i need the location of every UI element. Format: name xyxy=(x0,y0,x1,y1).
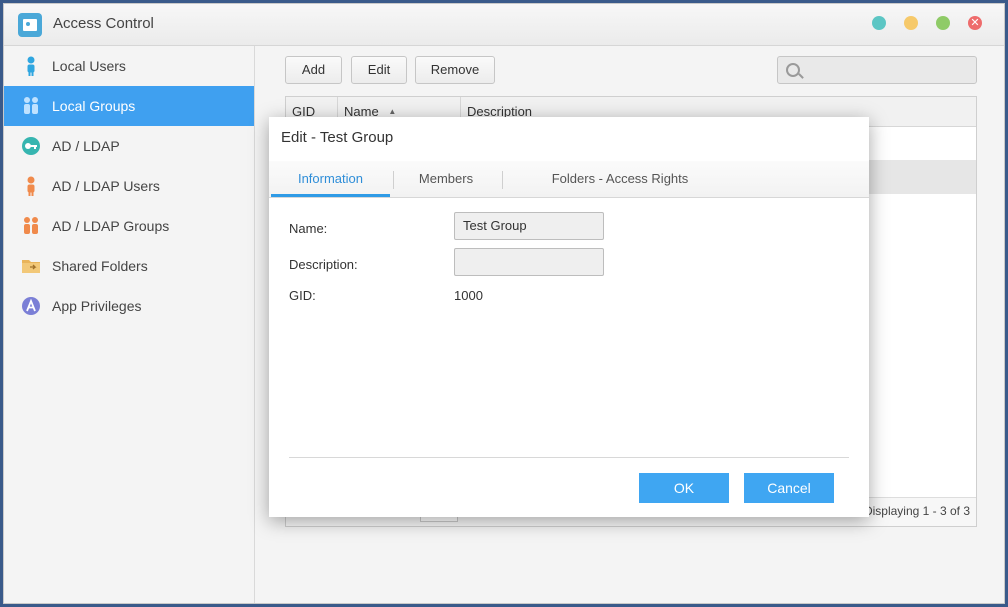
app-icon xyxy=(20,295,42,317)
search-icon xyxy=(786,63,800,77)
title-bar: Access Control ✕ xyxy=(4,4,1004,46)
ok-button[interactable]: OK xyxy=(639,473,729,503)
active-tab-indicator xyxy=(271,194,390,197)
sidebar-item-ad-ldap[interactable]: AD / LDAP xyxy=(4,126,254,166)
cancel-button[interactable]: Cancel xyxy=(744,473,834,503)
dialog-title: Edit - Test Group xyxy=(281,129,394,146)
sidebar-item-label: AD / LDAP Groups xyxy=(52,218,170,234)
sort-ascending-icon: ▲ xyxy=(388,107,397,116)
sidebar-item-shared-folders[interactable]: Shared Folders xyxy=(4,246,254,286)
edit-group-dialog: Edit - Test Group Information Members Fo… xyxy=(269,117,869,517)
info-button[interactable] xyxy=(872,16,886,30)
dialog-tabs: Information Members Folders - Access Rig… xyxy=(269,161,869,198)
tab-members[interactable]: Members xyxy=(396,161,496,197)
description-field[interactable] xyxy=(454,248,604,276)
sidebar: Local Users Local Groups AD / LDAP AD / … xyxy=(4,46,255,603)
sidebar-item-label: AD / LDAP xyxy=(52,138,120,154)
dialog-divider xyxy=(289,457,849,458)
add-button[interactable]: Add xyxy=(285,56,342,84)
sidebar-item-label: App Privileges xyxy=(52,298,142,314)
gid-value: 1000 xyxy=(454,288,483,303)
sidebar-item-label: AD / LDAP Users xyxy=(52,178,160,194)
sidebar-item-label: Local Groups xyxy=(52,98,136,114)
tab-information[interactable]: Information xyxy=(271,161,390,197)
folder-icon xyxy=(20,255,42,277)
minimize-button[interactable] xyxy=(904,16,918,30)
tab-separator xyxy=(502,171,503,189)
close-button[interactable]: ✕ xyxy=(968,16,982,30)
group-icon xyxy=(20,95,42,117)
access-control-app-icon xyxy=(18,13,42,37)
tab-folders-access-rights[interactable]: Folders - Access Rights xyxy=(505,161,735,197)
name-field[interactable]: Test Group xyxy=(454,212,604,240)
maximize-button[interactable] xyxy=(936,16,950,30)
sidebar-item-app-privileges[interactable]: App Privileges xyxy=(4,286,254,326)
tab-separator xyxy=(393,171,394,189)
sidebar-item-local-users[interactable]: Local Users xyxy=(4,46,254,86)
window-title: Access Control xyxy=(53,15,154,32)
search-input[interactable] xyxy=(777,56,977,84)
display-info: Displaying 1 - 3 of 3 xyxy=(863,504,970,518)
gid-label: GID: xyxy=(289,288,316,303)
sidebar-item-local-groups[interactable]: Local Groups xyxy=(4,86,254,126)
close-icon: ✕ xyxy=(970,17,980,29)
group-icon xyxy=(20,215,42,237)
name-label: Name: xyxy=(289,221,328,236)
sidebar-item-ad-ldap-users[interactable]: AD / LDAP Users xyxy=(4,166,254,206)
edit-button[interactable]: Edit xyxy=(351,56,407,84)
sidebar-item-label: Shared Folders xyxy=(52,258,148,274)
remove-button[interactable]: Remove xyxy=(415,56,495,84)
key-icon xyxy=(20,135,42,157)
sidebar-item-label: Local Users xyxy=(52,58,126,74)
user-icon xyxy=(20,55,42,77)
sidebar-item-ad-ldap-groups[interactable]: AD / LDAP Groups xyxy=(4,206,254,246)
description-label: Description: xyxy=(289,257,358,272)
user-icon xyxy=(20,175,42,197)
